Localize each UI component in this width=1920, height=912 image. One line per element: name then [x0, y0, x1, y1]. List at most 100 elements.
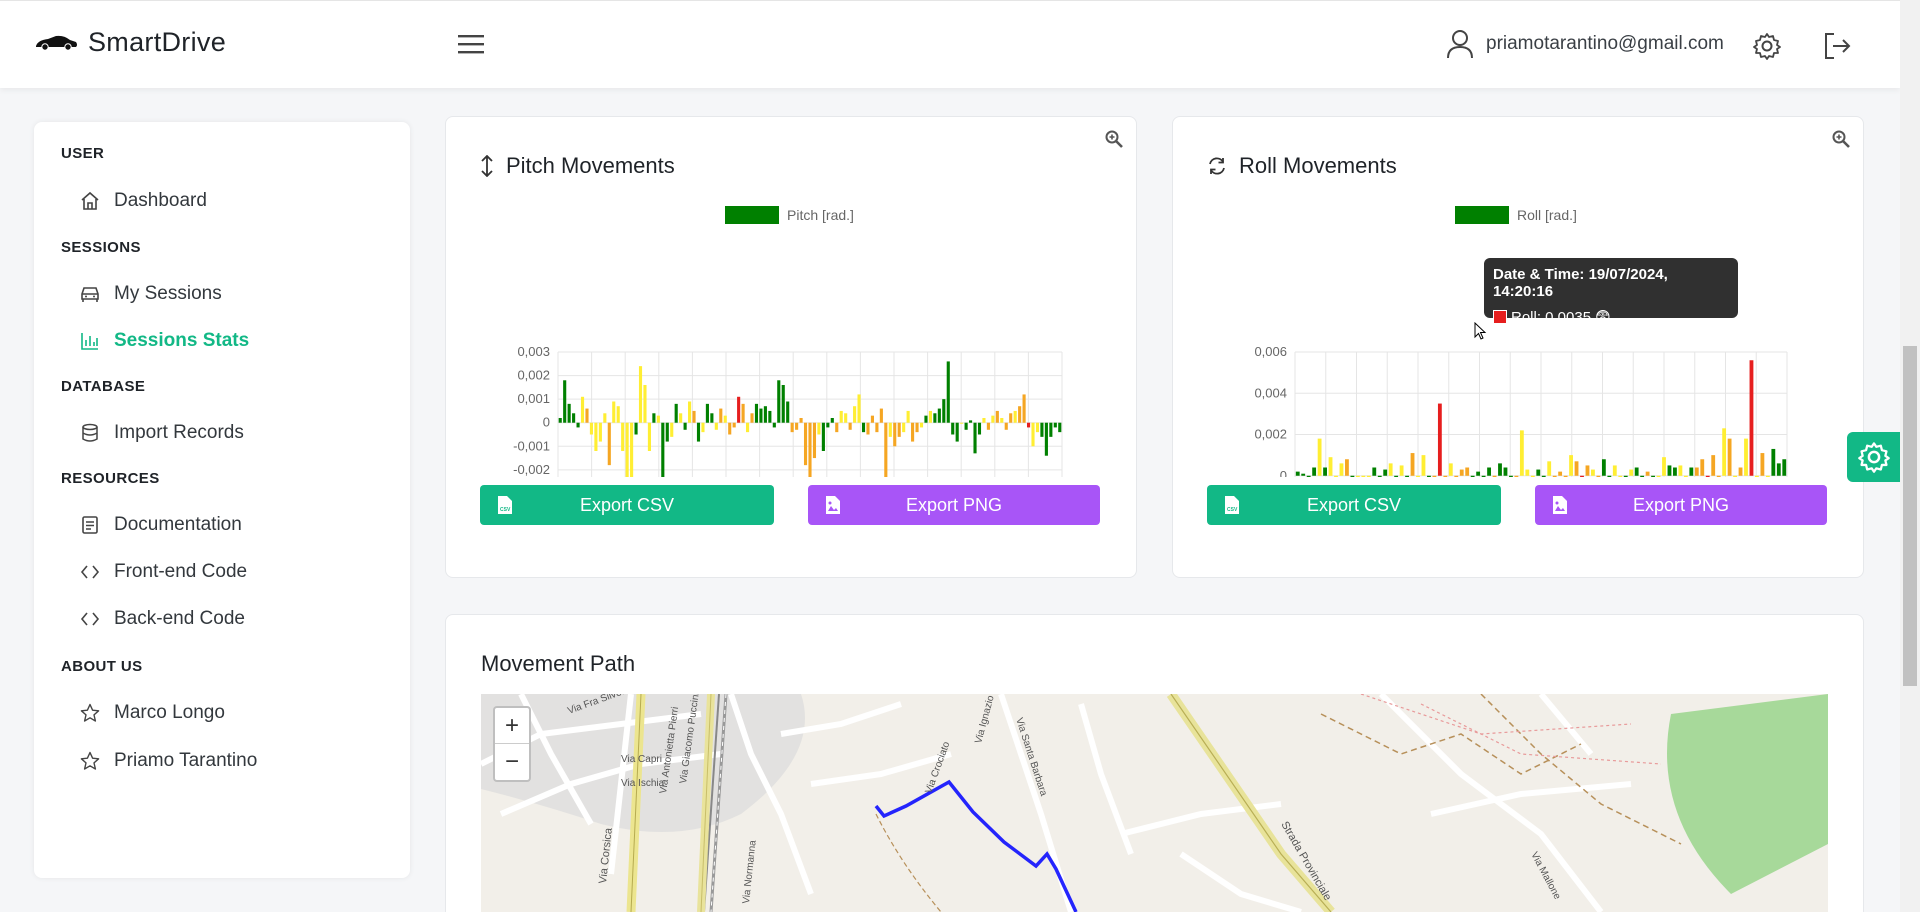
chart-bar [1585, 465, 1590, 476]
chart-bar [986, 422, 990, 430]
chart-bar [759, 408, 763, 423]
sidebar-item-priamo-tarantino[interactable]: Priamo Tarantino [80, 750, 257, 772]
chart-bar [1459, 469, 1464, 476]
chart-bar [741, 403, 745, 423]
chart-bar [1355, 475, 1360, 477]
chart-bar [580, 396, 585, 423]
page-scrollbar[interactable] [1900, 0, 1920, 912]
chart-bar [567, 403, 571, 423]
chart-bar [723, 415, 727, 423]
chart-bar [844, 413, 848, 423]
chart-bar [1022, 394, 1026, 423]
chart-bar [1612, 465, 1617, 476]
export-png-button[interactable]: Export PNG [1535, 485, 1827, 525]
movement-map[interactable]: Via Corsica Via Ischia Via Capri Via Ant… [481, 694, 1828, 912]
chart-bar [1035, 422, 1040, 433]
chart-bar [1705, 475, 1710, 477]
chart-tooltip: Date & Time: 19/07/2024, 14:20:16 Roll: … [1484, 258, 1738, 326]
export-csv-button[interactable]: CSV Export CSV [480, 485, 774, 525]
chart-bar [1498, 463, 1502, 476]
chart-bar [1026, 422, 1031, 428]
logout-icon[interactable] [1822, 31, 1852, 61]
chart-bar [750, 413, 754, 423]
pitch-chart[interactable]: 0,0030,0020,0010-0,001-0,002-0,003-0,004… [446, 227, 1138, 477]
zoom-icon[interactable] [1104, 129, 1124, 149]
button-label: Export CSV [1306, 494, 1402, 515]
chart-bar [638, 366, 643, 423]
chart-bar [1694, 467, 1699, 476]
chart-bar [1372, 467, 1377, 476]
chart-bar [1673, 467, 1677, 476]
export-csv-button[interactable]: CSV Export CSV [1207, 485, 1501, 525]
card-title-text: Pitch Movements [506, 153, 675, 178]
chart-bar [888, 422, 892, 437]
zoom-in-button[interactable]: + [495, 708, 529, 744]
chart-bar [1563, 475, 1568, 477]
chart-bar [572, 413, 576, 423]
section-resources: RESOURCES [61, 470, 160, 487]
sidebar-item-backend-code[interactable]: Back-end Code [80, 608, 245, 630]
map-tiles[interactable]: Via Corsica Via Ischia Via Capri Via Ant… [481, 694, 1828, 912]
chart-bar [982, 418, 986, 423]
chart-bar [1503, 467, 1508, 476]
chart-bar [589, 422, 594, 435]
chart-bar [1634, 467, 1639, 476]
sidebar-item-frontend-code[interactable]: Front-end Code [80, 561, 247, 583]
star-icon [80, 751, 100, 770]
user-profile[interactable]: priamotarantino@gmail.com [1446, 29, 1724, 59]
sidebar-item-label: Priamo Tarantino [114, 750, 258, 771]
chart-bar [1667, 465, 1672, 476]
chart-bar [1312, 467, 1317, 476]
chart-bar [1771, 448, 1776, 476]
chart-bar [973, 422, 977, 454]
section-database: DATABASE [61, 378, 146, 395]
chart-bar [870, 415, 875, 423]
sidebar-item-import-records[interactable]: Import Records [80, 422, 244, 444]
chart-bar [1345, 459, 1349, 476]
document-icon [82, 516, 98, 534]
roll-movements-card: Roll Movements Roll [rad.] 0,006 0,004 0,0… [1172, 116, 1864, 578]
chart-bar [661, 422, 665, 477]
brand[interactable]: SmartDrive [34, 27, 226, 58]
brand-name: SmartDrive [88, 27, 227, 57]
sidebar-item-sessions-stats[interactable]: Sessions Stats [80, 330, 249, 352]
chart-bar [1760, 453, 1765, 476]
chart-bar [857, 394, 861, 423]
chart-bar [786, 401, 790, 423]
roll-legend[interactable]: Roll [rad.] [1455, 206, 1577, 224]
chart-bar [732, 422, 736, 428]
chart-bar [781, 385, 785, 423]
y-tick-label: 0,002 [1254, 427, 1287, 442]
sidebar-item-dashboard[interactable]: Dashboard [80, 190, 207, 212]
chart-bar [670, 422, 674, 437]
chart-bar [598, 422, 602, 442]
sidebar-item-marco-longo[interactable]: Marco Longo [80, 702, 225, 724]
pitch-legend[interactable]: Pitch [rad.] [725, 206, 854, 224]
chart-bar [924, 415, 928, 423]
menu-toggle-icon[interactable] [457, 31, 485, 57]
svg-text:Via Ignazio: Via Ignazio [973, 694, 996, 745]
zoom-icon[interactable] [1831, 129, 1851, 149]
chart-bar [1339, 463, 1344, 476]
chart-bar [799, 418, 803, 423]
sidebar-item-my-sessions[interactable]: My Sessions [80, 283, 222, 305]
y-tick-label: 0 [543, 415, 550, 430]
sidebar-item-documentation[interactable]: Documentation [80, 514, 242, 536]
export-png-button[interactable]: Export PNG [808, 485, 1100, 525]
vertical-arrows-icon [481, 155, 493, 177]
chart-bar [1454, 475, 1459, 477]
scrollbar-thumb[interactable] [1903, 346, 1917, 686]
chart-bar [1727, 438, 1732, 476]
chart-bar [728, 422, 732, 435]
settings-gear-icon[interactable] [1752, 31, 1782, 61]
chart-bar [839, 410, 843, 423]
chart-bar [1334, 475, 1338, 477]
y-tick-label: 0 [1280, 468, 1287, 477]
y-tick-label: 0,002 [517, 368, 550, 383]
chart-bar [1053, 422, 1057, 428]
sidebar-item-label: Back-end Code [114, 608, 245, 629]
sidebar-item-label: Front-end Code [114, 561, 248, 582]
zoom-out-button[interactable]: − [495, 744, 529, 780]
chart-bar [803, 422, 808, 466]
theme-settings-button[interactable] [1847, 432, 1900, 482]
